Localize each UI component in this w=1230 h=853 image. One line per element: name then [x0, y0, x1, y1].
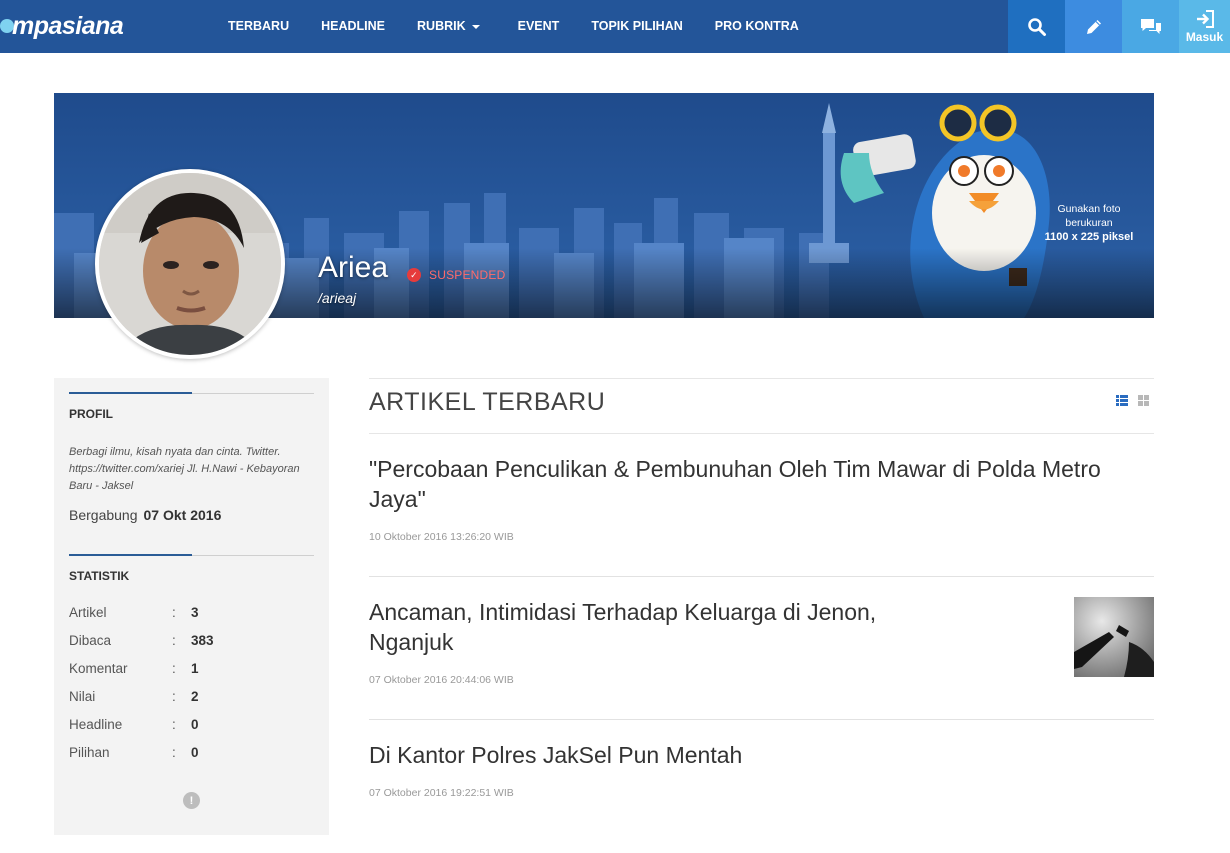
pencil-icon	[1086, 19, 1101, 34]
avatar-photo	[99, 173, 281, 355]
stat-label: Pilihan	[69, 745, 110, 760]
nav-rubrik[interactable]: RUBRIK	[401, 0, 502, 53]
login-button[interactable]: Masuk	[1179, 0, 1230, 53]
profile-handle: /arieaj	[318, 290, 357, 306]
search-icon	[1027, 17, 1046, 36]
article-date: 07 Oktober 2016 19:22:51 WIB	[369, 787, 514, 799]
cover-hint-line3: 1100 x 225 piksel	[1044, 231, 1134, 243]
nav-pro-kontra[interactable]: PRO KONTRA	[699, 0, 815, 53]
stat-separator: :	[172, 689, 176, 704]
stat-value: 0	[191, 717, 199, 732]
list-view-icon[interactable]	[1116, 395, 1128, 406]
stat-value: 3	[191, 605, 199, 620]
nav-topik-pilihan[interactable]: TOPIK PILIHAN	[575, 0, 698, 53]
profile-name: Ariea	[318, 251, 389, 284]
cover-hint-line2: berukuran	[1065, 217, 1113, 229]
article-title[interactable]: Ancaman, Intimidasi Terhadap Keluarga di…	[369, 597, 929, 657]
joined-date: 07 Okt 2016	[143, 507, 222, 523]
profil-divider	[69, 392, 314, 394]
logo[interactable]: mpasiana	[0, 8, 124, 44]
view-toggle	[1116, 395, 1160, 406]
stat-row: Pilihan : 0	[69, 745, 309, 760]
article-date: 07 Oktober 2016 20:44:06 WIB	[369, 674, 514, 686]
login-label: Masuk	[1185, 29, 1224, 44]
check-circle-icon: ✓	[407, 268, 421, 282]
search-button[interactable]	[1008, 0, 1065, 53]
stat-row: Nilai : 2	[69, 689, 309, 704]
section-heading: ARTIKEL TERBARU	[369, 388, 606, 416]
stat-row: Komentar : 1	[69, 661, 309, 676]
article-title[interactable]: "Percobaan Penculikan & Pembunuhan Oleh …	[369, 454, 1154, 514]
cover-hint-line1: Gunakan foto	[1057, 203, 1121, 215]
stat-label: Headline	[69, 717, 123, 732]
avatar[interactable]	[95, 169, 285, 359]
grid-view-icon[interactable]	[1138, 395, 1150, 406]
chevron-down-icon	[471, 24, 480, 29]
top-nav: mpasiana TERBARU HEADLINE RUBRIK EVENT T…	[0, 0, 1230, 53]
stat-row: Artikel : 3	[69, 605, 309, 620]
stat-separator: :	[172, 745, 176, 760]
stat-label: Komentar	[69, 661, 128, 676]
article-divider	[369, 576, 1154, 577]
main-top-divider	[369, 378, 1154, 379]
main-nav: TERBARU HEADLINE RUBRIK EVENT TOPIK PILI…	[212, 0, 815, 53]
article-date: 10 Oktober 2016 13:26:20 WIB	[369, 531, 514, 543]
stat-value: 383	[191, 633, 214, 648]
nav-headline[interactable]: HEADLINE	[305, 0, 401, 53]
stats-divider	[69, 554, 314, 556]
nav-rubrik-label: RUBRIK	[417, 19, 466, 33]
profile-bio: Berbagi ilmu, kisah nyata dan cinta. Twi…	[69, 446, 300, 492]
article-thumbnail-image	[1074, 597, 1154, 677]
article-title[interactable]: Di Kantor Polres JakSel Pun Mentah	[369, 740, 1154, 770]
profile-sidebar: PROFIL Berbagi ilmu, kisah nyata dan cin…	[54, 378, 329, 835]
login-icon	[1196, 9, 1214, 28]
stats-title: STATISTIK	[69, 569, 130, 583]
stat-label: Dibaca	[69, 633, 112, 648]
chat-button[interactable]	[1122, 0, 1179, 53]
status-badge: ✓ SUSPENDED	[407, 268, 505, 282]
write-button[interactable]	[1065, 0, 1122, 53]
stat-separator: :	[172, 717, 176, 732]
stat-separator: :	[172, 605, 176, 620]
cover-size-hint: Gunakan foto berukuran 1100 x 225 piksel	[1014, 202, 1154, 244]
stat-value: 1	[191, 661, 199, 676]
stat-separator: :	[172, 633, 176, 648]
stat-value: 0	[191, 745, 199, 760]
nav-terbaru[interactable]: TERBARU	[212, 0, 305, 53]
stat-label: Nilai	[69, 689, 96, 704]
article-divider	[369, 719, 1154, 720]
chat-icon	[1140, 18, 1161, 34]
info-icon[interactable]: !	[183, 792, 200, 809]
stat-separator: :	[172, 661, 176, 676]
joined-info: Bergabung 07 Okt 2016	[69, 507, 221, 523]
stat-value: 2	[191, 689, 199, 704]
logo-text: mpasiana	[12, 11, 124, 40]
article-thumbnail[interactable]	[1074, 597, 1154, 677]
stat-label: Artikel	[69, 605, 107, 620]
nav-event[interactable]: EVENT	[502, 0, 576, 53]
joined-label: Bergabung	[69, 507, 138, 523]
status-label: SUSPENDED	[429, 268, 506, 282]
heading-divider	[369, 433, 1154, 434]
stat-row: Headline : 0	[69, 717, 309, 732]
profil-title: PROFIL	[69, 407, 113, 421]
stat-row: Dibaca : 383	[69, 633, 309, 648]
